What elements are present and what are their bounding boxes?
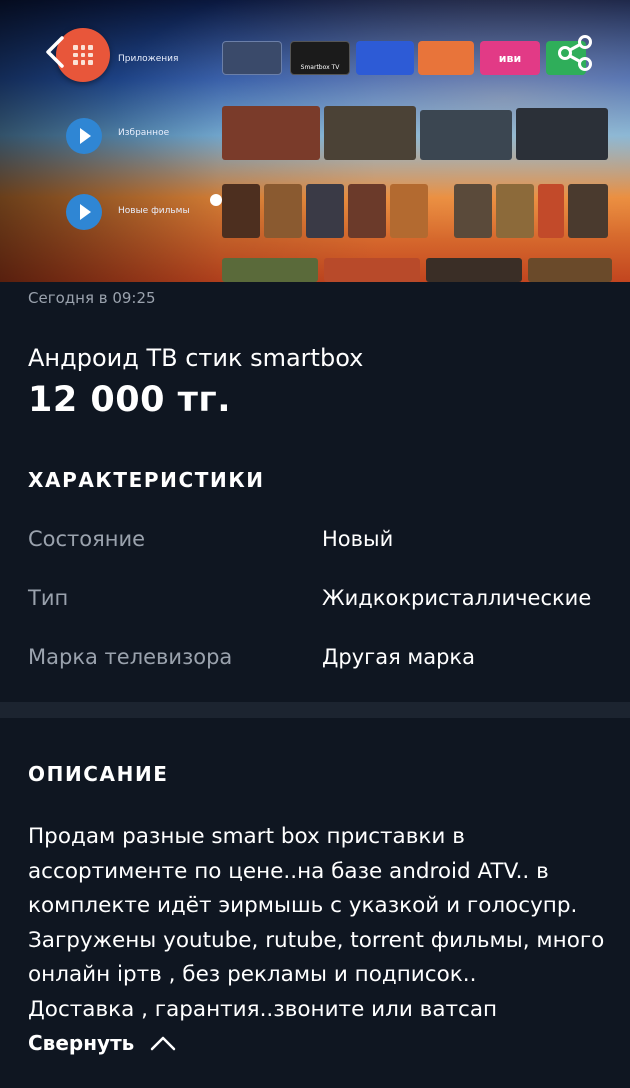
spec-label-brand: Марка телевизора [28, 645, 233, 669]
tv-app-tile [418, 41, 474, 75]
tv-menu-label: Новые фильмы [118, 206, 190, 216]
section-divider [0, 702, 630, 718]
tv-poster [538, 184, 564, 238]
tv-poster [306, 184, 344, 238]
tv-app-label: иви [498, 52, 522, 65]
tv-favorites-icon [66, 118, 102, 154]
description-line: ассортименте по цене..на базе android AT… [28, 858, 549, 884]
tv-content-thumbnail [420, 110, 512, 160]
description-line: Доставка , гарантия..звоните или ватсап [28, 996, 498, 1022]
tv-content-thumbnail [516, 108, 608, 160]
tv-content-thumbnail [222, 106, 320, 160]
tv-poster [528, 258, 612, 282]
tv-poster [454, 184, 492, 238]
tv-app-tile: Smartbox TV [290, 41, 350, 75]
tv-poster [348, 184, 386, 238]
collapse-button[interactable]: Свернуть [28, 1028, 176, 1058]
share-button[interactable] [554, 32, 598, 76]
tv-poster [568, 184, 608, 238]
tv-poster [496, 184, 534, 238]
description-line: Загружены youtube, rutube, torrent фильм… [28, 927, 605, 953]
tv-poster [222, 184, 260, 238]
tv-movies-icon [66, 194, 102, 230]
listing-photo[interactable]: Приложения Избранное Новые фильмы Smartb… [0, 0, 630, 282]
tv-poster [222, 258, 318, 282]
tv-content-thumbnail [324, 106, 416, 160]
back-button[interactable] [36, 30, 80, 74]
spec-label-type: Тип [28, 586, 69, 610]
tv-poster [390, 184, 428, 238]
tv-app-tile [356, 41, 414, 75]
specs-heading: ХАРАКТЕРИСТИКИ [28, 468, 265, 492]
description-line: Продам разные smart box приставки в [28, 824, 465, 849]
listing-date: Сегодня в 09:25 [28, 289, 156, 307]
description-line: комплекте идёт эирмышь с указкой и голос… [28, 893, 578, 918]
chevron-up-icon [151, 1036, 176, 1051]
description-text: Продам разные smart box приставки в ассо… [28, 820, 618, 1027]
share-icon [558, 35, 592, 71]
tv-poster [426, 258, 522, 282]
collapse-label: Свернуть [28, 1031, 135, 1055]
tv-poster [324, 258, 420, 282]
tv-app-tile: иви [480, 41, 540, 75]
chevron-left-icon [46, 36, 64, 68]
spec-value-brand: Другая марка [322, 645, 475, 669]
tv-menu-label: Приложения [118, 54, 179, 64]
listing-title: Андроид ТВ стик smartbox [28, 344, 364, 372]
spec-value-type: Жидкокристаллические [322, 586, 592, 610]
description-line: онлайн iртв , без рекламы и подписок.. [28, 962, 477, 987]
tv-app-label: Smartbox TV [300, 64, 340, 71]
spec-label-condition: Состояние [28, 527, 146, 551]
tv-poster [264, 184, 302, 238]
tv-app-tile [222, 41, 282, 75]
listing-price: 12 000 тг. [28, 380, 232, 420]
description-heading: ОПИСАНИЕ [28, 762, 169, 786]
tv-focus-dot [210, 194, 222, 206]
tv-menu-label: Избранное [118, 128, 170, 138]
spec-value-condition: Новый [322, 527, 394, 551]
